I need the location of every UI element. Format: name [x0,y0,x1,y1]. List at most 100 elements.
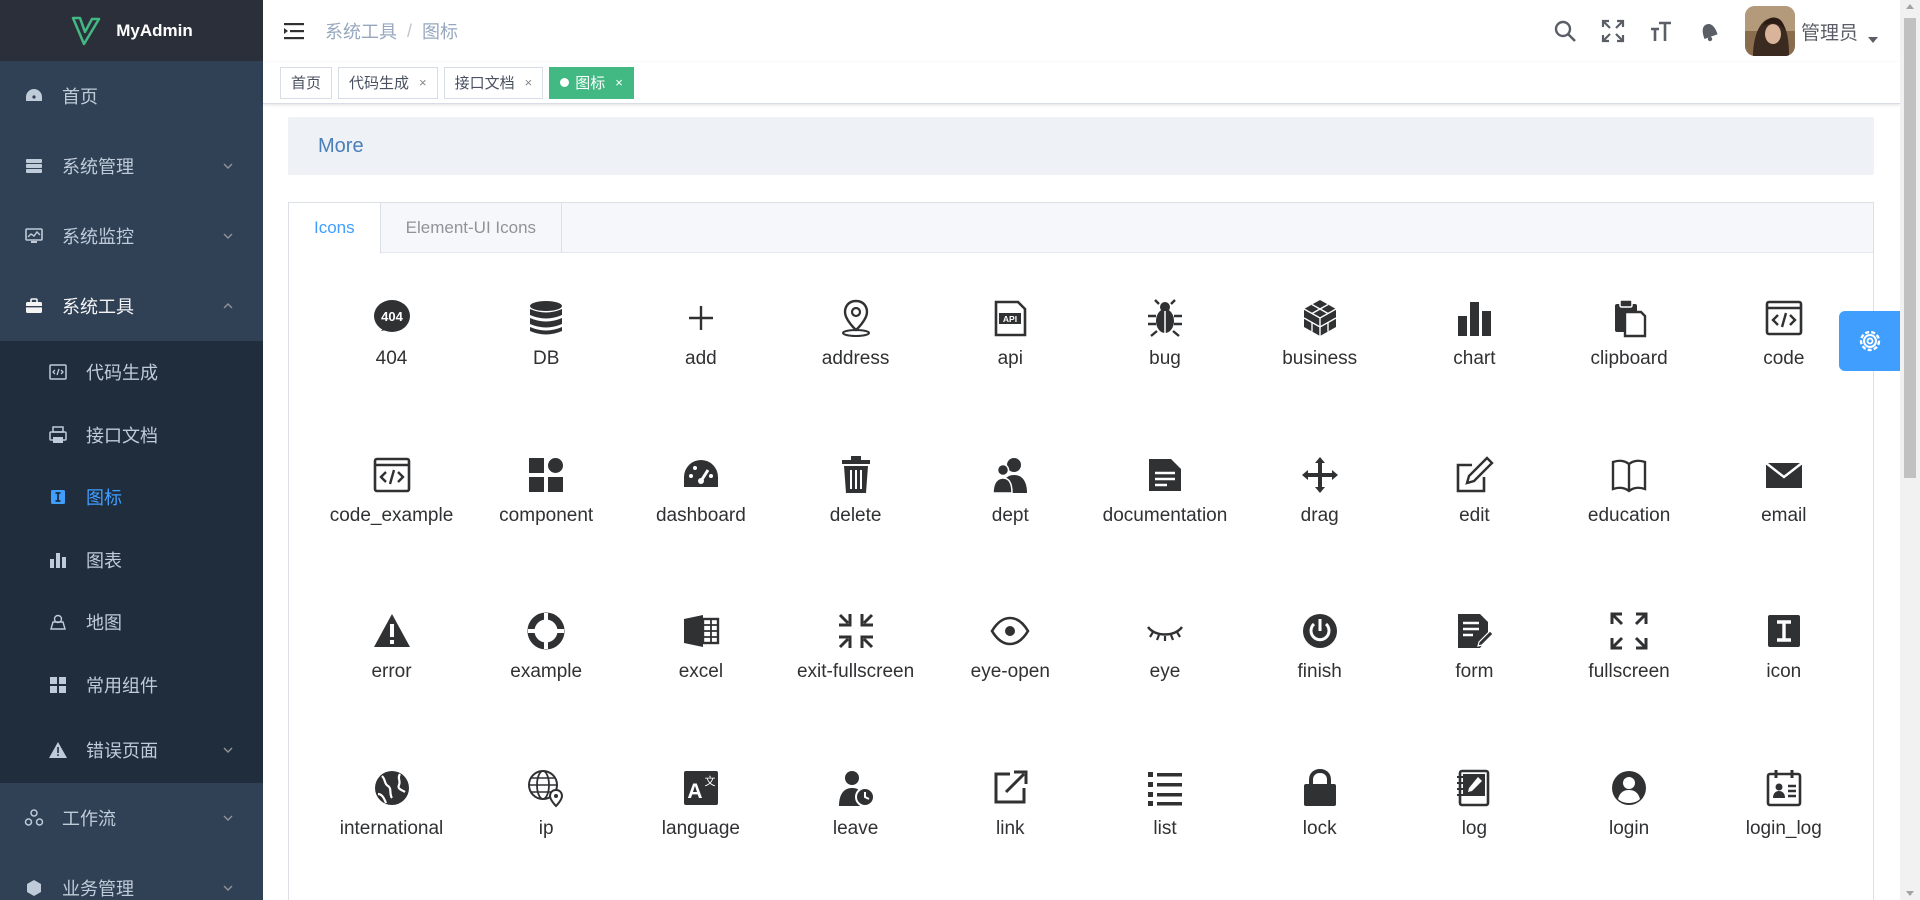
caret-down-icon [1868,37,1878,43]
log-icon [1457,769,1490,806]
sidebar-item-charts[interactable]: 图表 [0,529,263,592]
icon-item-email[interactable]: email [1706,410,1861,550]
breadcrumb-item[interactable]: 系统工具 [325,18,397,44]
sidebar-item-monitor[interactable]: 系统监控 [0,201,263,271]
chevron-up-icon [223,303,233,309]
icon-item-eye[interactable]: eye [1088,566,1243,706]
component-icon [529,457,564,492]
scrollbar[interactable] [1900,0,1920,900]
icon-item-dept[interactable]: dept [933,410,1088,550]
printer-icon [48,425,68,445]
icon-item-education[interactable]: education [1552,410,1707,550]
sidebar-item-business[interactable]: 业务管理 [0,853,263,900]
menu-fold-icon [284,23,304,40]
icon-item-address[interactable]: address [778,253,933,393]
close-icon[interactable]: × [615,75,623,90]
close-icon[interactable]: × [419,75,427,90]
sidebar-item-error-pages[interactable]: 错误页面 [0,716,263,783]
sidebar-item-map[interactable]: 地图 [0,591,263,654]
hamburger-button[interactable] [263,0,325,62]
icon-item-fullscreen[interactable]: fullscreen [1552,566,1707,706]
icon-item-exit-fullscreen[interactable]: exit-fullscreen [778,566,933,706]
user-dropdown[interactable]: 管理员 [1744,6,1878,56]
icon-name: excel [678,661,724,682]
breadcrumb-item-current: 图标 [422,22,459,42]
search-button[interactable] [1541,0,1589,62]
sidebar-item-home[interactable]: 首页 [0,61,263,131]
font-size-button[interactable] [1637,0,1685,62]
notification-button[interactable] [1685,0,1733,62]
icon-item-international[interactable]: international [314,723,469,863]
icon-name: clipboard [1590,348,1668,369]
international-icon [374,770,409,805]
avatar [1744,6,1795,56]
logo[interactable]: MyAdmin [0,0,263,61]
sidebar-item-components[interactable]: 常用组件 [0,654,263,717]
icon-item-edit[interactable]: edit [1397,410,1552,550]
business-icon [1303,300,1337,336]
icon-item-leave[interactable]: leave [778,723,933,863]
icon-item-example[interactable]: example [469,566,624,706]
icon-item-list[interactable]: list [1088,723,1243,863]
sidebar-item-tools[interactable]: 系统工具 [0,271,263,341]
excel-icon [683,615,720,647]
settings-button[interactable] [1839,311,1901,371]
icon-item-dashboard[interactable]: dashboard [623,410,778,550]
sidebar-item-label: 代码生成 [86,363,158,384]
tag-codegen[interactable]: 代码生成 × [338,66,438,99]
icon-item-error[interactable]: error [314,566,469,706]
icon-item-404[interactable]: 404 404 [314,253,469,393]
icon-item-drag[interactable]: drag [1242,410,1397,550]
icon-item-add[interactable]: add [623,253,778,393]
icon-name: drag [1300,504,1339,526]
icon-item-chart[interactable]: chart [1397,253,1552,393]
sidebar-item-label: 地图 [86,613,122,634]
icon-item-eye-open[interactable]: eye-open [933,566,1088,706]
close-icon[interactable]: × [525,75,533,90]
icon-item-db[interactable]: DB [469,253,624,393]
icon-name: edit [1459,504,1490,526]
icon-item-form[interactable]: form [1397,566,1552,706]
sidebar: MyAdmin 首页 系统管理 系统监控 系统工具 代码生成 接口文档 图标 图… [0,0,263,900]
icon-item-icon[interactable]: icon [1706,566,1861,706]
icon-item-language[interactable]: A 文 language [623,723,778,863]
icon-item-delete[interactable]: delete [778,410,933,550]
scroll-thumb[interactable] [1904,18,1916,478]
tag-icons[interactable]: 图标 × [549,66,634,99]
tag-label: 首页 [291,75,322,92]
sidebar-item-apidoc[interactable]: 接口文档 [0,404,263,467]
icon-item-excel[interactable]: excel [623,566,778,706]
sidebar-item-workflow[interactable]: 工作流 [0,783,263,853]
sidebar-item-system[interactable]: 系统管理 [0,131,263,201]
scroll-up-arrow[interactable] [1906,4,1914,9]
icon-item-ip[interactable]: ip [469,723,624,863]
icon-name: education [1587,504,1671,526]
sidebar-item-codegen[interactable]: 代码生成 [0,341,263,404]
icon-item-login[interactable]: login [1552,723,1707,863]
sidebar-item-label: 接口文档 [86,425,158,446]
tab-element-ui-icons[interactable]: Element-UI Icons [381,203,563,253]
fullscreen-button[interactable] [1589,0,1637,62]
icon-item-bug[interactable]: bug [1088,253,1243,393]
clipboard-icon [1615,299,1647,338]
icon-item-login-log[interactable]: login_log [1706,723,1861,863]
icon-item-link[interactable]: link [933,723,1088,863]
icon-item-api[interactable]: API api [933,253,1088,393]
edit-icon [1457,455,1495,492]
more-link[interactable]: More [288,117,1874,175]
icon-item-lock[interactable]: lock [1242,723,1397,863]
tag-apidoc[interactable]: 接口文档 × [443,66,544,99]
sidebar-item-label: 系统监控 [62,227,134,247]
icon-item-clipboard[interactable]: clipboard [1552,253,1707,393]
tag-home[interactable]: 首页 [280,66,333,99]
tab-icons[interactable]: Icons [289,203,381,254]
sidebar-item-icons[interactable]: 图标 [0,466,263,529]
icon-item-documentation[interactable]: documentation [1088,410,1243,550]
icon-item-component[interactable]: component [469,410,624,550]
icon-item-finish[interactable]: finish [1242,566,1397,706]
icon-name: documentation [1102,504,1228,526]
icon-item-log[interactable]: log [1397,723,1552,863]
icon-item-business[interactable]: business [1242,253,1397,393]
scroll-down-arrow[interactable] [1906,891,1914,896]
icon-item-code-example[interactable]: code_example [314,410,469,550]
